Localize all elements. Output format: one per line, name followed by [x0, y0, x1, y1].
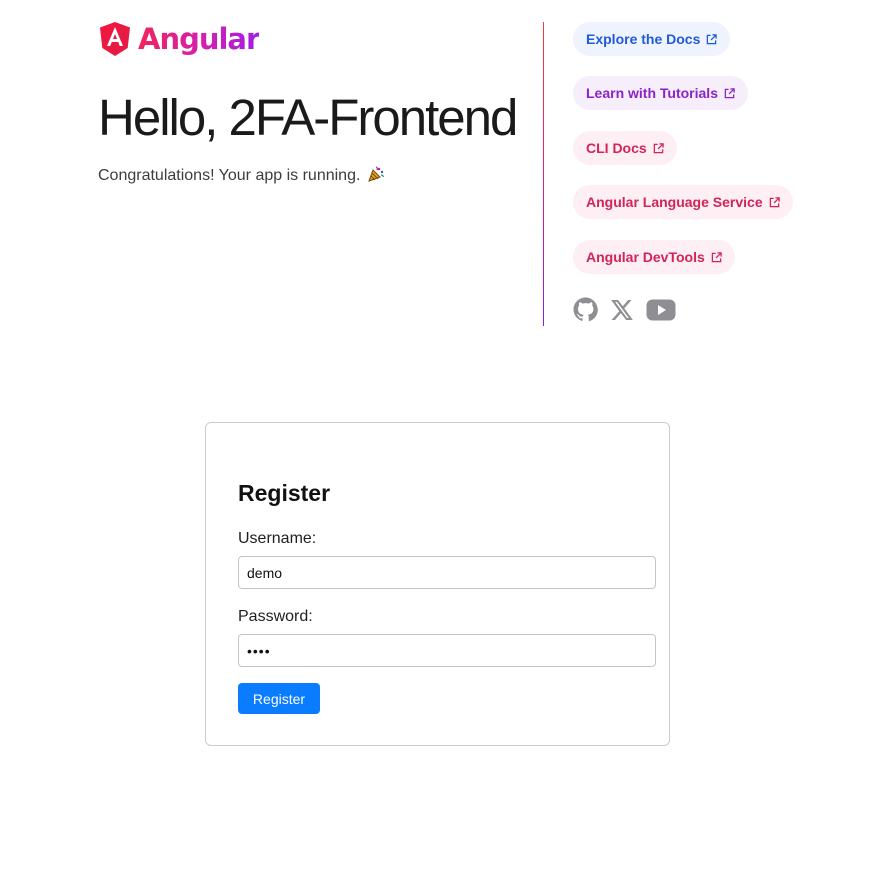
username-input[interactable]	[238, 556, 656, 589]
cli-docs-link[interactable]: CLI Docs	[573, 131, 677, 165]
vertical-divider	[543, 22, 544, 326]
x-link[interactable]	[610, 298, 634, 322]
page-title: Hello, 2FA-Frontend	[98, 89, 518, 146]
register-title: Register	[238, 480, 331, 506]
youtube-icon	[646, 299, 676, 320]
link-label: Explore the Docs	[586, 31, 701, 47]
link-label: Angular DevTools	[586, 249, 705, 265]
logo-wordmark: Angular	[138, 22, 260, 56]
link-label: Learn with Tutorials	[586, 85, 718, 101]
devtools-link[interactable]: Angular DevTools	[573, 240, 735, 274]
hero-subtitle: Congratulations! Your app is running.	[98, 165, 385, 187]
language-service-link[interactable]: Angular Language Service	[573, 185, 793, 219]
angular-logo: Angular	[98, 21, 260, 57]
register-button[interactable]: Register	[238, 683, 320, 714]
external-link-icon	[711, 251, 722, 262]
youtube-link[interactable]	[646, 299, 676, 321]
github-icon	[573, 297, 598, 322]
password-input[interactable]	[238, 634, 656, 667]
password-label: Password:	[238, 608, 313, 625]
register-card: Register Username: Password: Register	[205, 422, 670, 746]
external-link-icon	[707, 33, 718, 44]
username-label: Username:	[238, 530, 317, 547]
github-link[interactable]	[573, 297, 598, 322]
external-link-icon	[653, 142, 664, 153]
social-links	[573, 297, 676, 322]
external-link-icon	[724, 87, 735, 98]
subtitle-text: Congratulations! Your app is running.	[98, 167, 361, 184]
link-label: CLI Docs	[586, 140, 647, 156]
page: Angular Hello, 2FA-Frontend Congratulati…	[0, 0, 889, 879]
x-icon	[611, 299, 633, 320]
external-link-icon	[769, 196, 780, 207]
link-label: Angular Language Service	[586, 194, 763, 210]
learn-tutorials-link[interactable]: Learn with Tutorials	[573, 76, 748, 110]
angular-shield-icon	[100, 22, 130, 56]
explore-docs-link[interactable]: Explore the Docs	[573, 22, 731, 56]
party-popper-icon	[368, 166, 384, 182]
